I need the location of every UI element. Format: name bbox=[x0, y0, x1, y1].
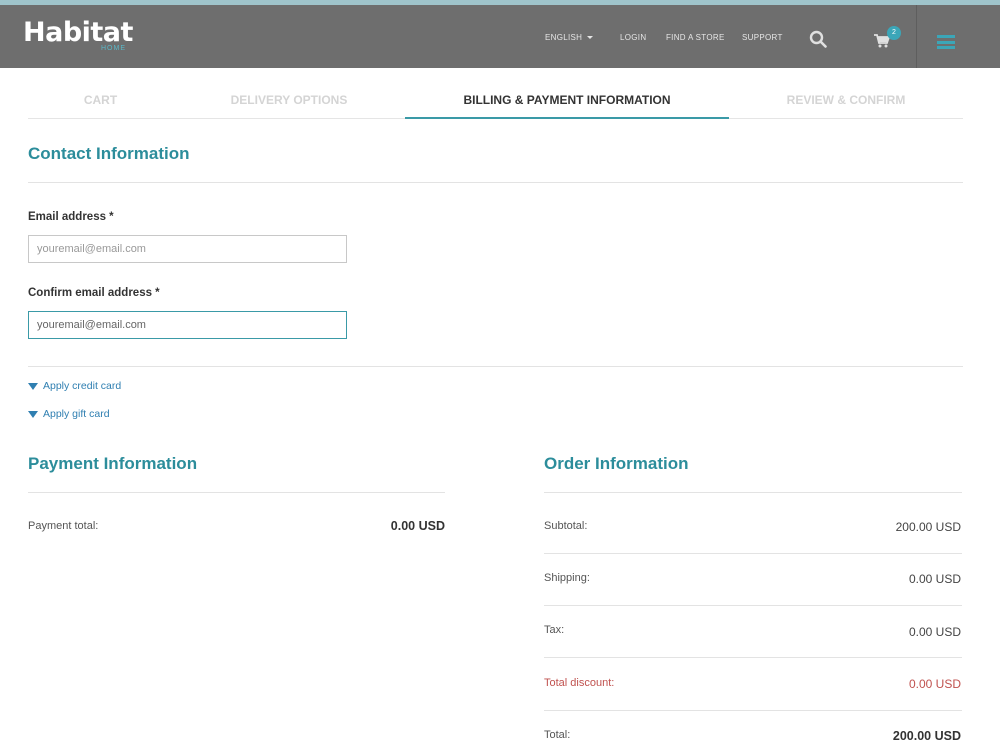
cart-count-badge: 2 bbox=[887, 26, 901, 40]
confirm-email-field[interactable] bbox=[28, 311, 347, 339]
divider bbox=[28, 492, 445, 493]
email-label: Email address * bbox=[28, 211, 114, 223]
logo-subtext: HOME bbox=[101, 45, 126, 52]
divider bbox=[544, 657, 962, 658]
step-review-confirm[interactable]: REVIEW & CONFIRM bbox=[729, 88, 963, 119]
header-divider bbox=[916, 5, 917, 68]
apply-credit-card-label: Apply credit card bbox=[43, 380, 122, 392]
payment-information-title: Payment Information bbox=[28, 454, 198, 473]
tax-value: 0.00 USD bbox=[908, 625, 961, 639]
menu-icon[interactable] bbox=[937, 35, 955, 49]
divider bbox=[28, 182, 963, 183]
find-store-link[interactable]: FIND A STORE bbox=[666, 33, 725, 42]
contact-information-title: Contact Information bbox=[28, 144, 190, 163]
support-link[interactable]: SUPPORT bbox=[742, 33, 783, 42]
triangle-down-icon bbox=[28, 382, 38, 390]
chevron-down-icon bbox=[587, 36, 594, 40]
step-delivery-options[interactable]: DELIVERY OPTIONS bbox=[173, 88, 405, 119]
apply-credit-card-toggle[interactable]: Apply credit card bbox=[28, 380, 121, 392]
step-billing-payment[interactable]: BILLING & PAYMENT INFORMATION bbox=[405, 88, 729, 119]
total-label: Total: bbox=[544, 729, 571, 741]
site-header: Habitat HOME ENGLISH LOGIN FIND A STORE … bbox=[0, 0, 1000, 68]
subtotal-label: Subtotal: bbox=[544, 520, 588, 532]
order-information-title: Order Information bbox=[544, 454, 689, 473]
total-value: 200.00 USD bbox=[892, 729, 961, 743]
total-discount-value: 0.00 USD bbox=[908, 677, 961, 691]
logo-text: Habitat bbox=[23, 17, 133, 48]
payment-total-value: 0.00 USD bbox=[390, 519, 445, 533]
email-field[interactable] bbox=[28, 235, 347, 263]
shipping-value: 0.00 USD bbox=[908, 572, 961, 586]
payment-total-label: Payment total: bbox=[28, 520, 99, 532]
habitat-logo[interactable]: Habitat HOME bbox=[23, 17, 133, 53]
shipping-label: Shipping: bbox=[544, 572, 590, 584]
language-selector[interactable]: ENGLISH bbox=[545, 33, 594, 42]
tax-label: Tax: bbox=[544, 624, 565, 636]
divider bbox=[544, 710, 962, 711]
confirm-email-label: Confirm email address * bbox=[28, 287, 160, 299]
divider bbox=[544, 605, 962, 606]
apply-gift-card-label: Apply gift card bbox=[43, 408, 110, 420]
step-cart[interactable]: CART bbox=[28, 88, 173, 119]
language-label: ENGLISH bbox=[545, 33, 583, 42]
total-discount-label: Total discount: bbox=[544, 677, 615, 689]
apply-gift-card-toggle[interactable]: Apply gift card bbox=[28, 408, 110, 420]
search-icon[interactable] bbox=[809, 30, 827, 48]
triangle-down-icon bbox=[28, 410, 38, 418]
divider bbox=[544, 492, 962, 493]
divider bbox=[28, 366, 963, 367]
subtotal-value: 200.00 USD bbox=[895, 520, 961, 534]
checkout-steps: CART DELIVERY OPTIONS BILLING & PAYMENT … bbox=[28, 88, 963, 119]
login-link[interactable]: LOGIN bbox=[620, 33, 646, 42]
divider bbox=[544, 553, 962, 554]
